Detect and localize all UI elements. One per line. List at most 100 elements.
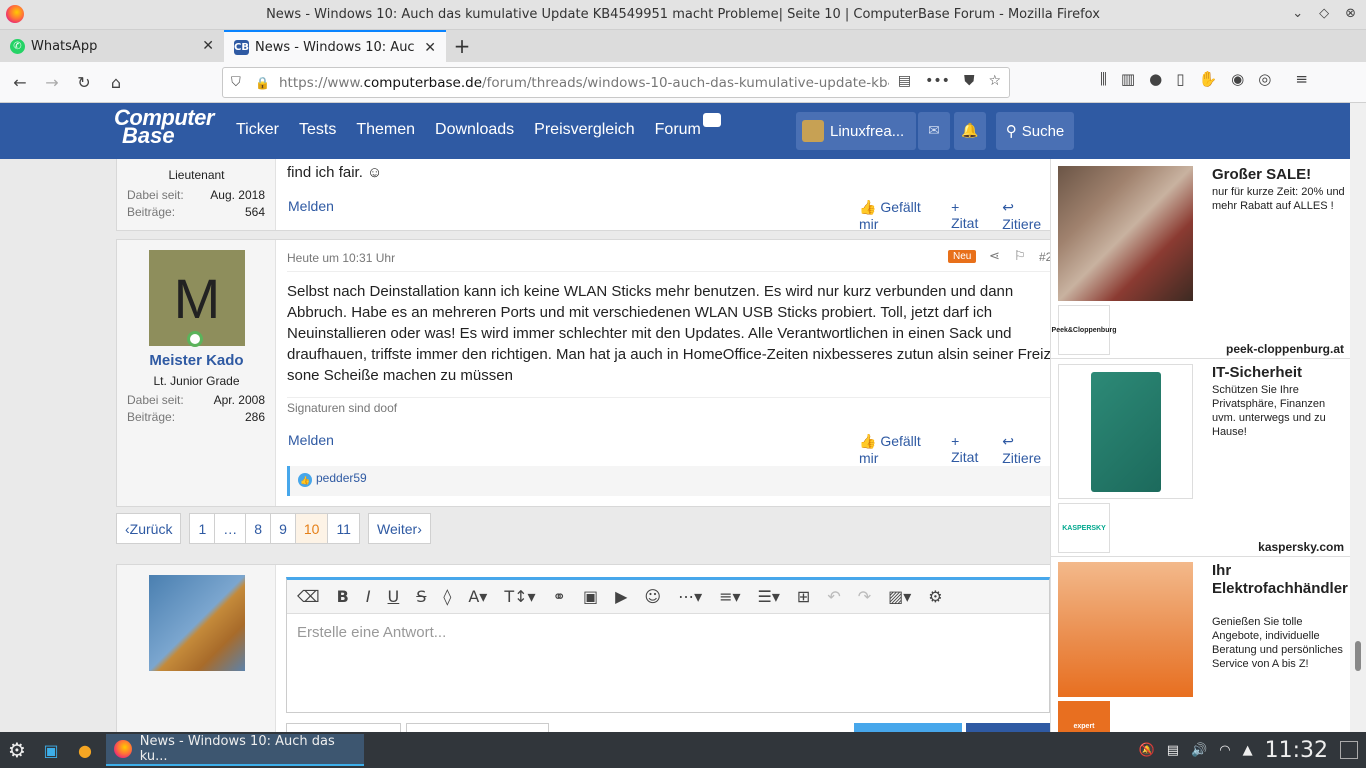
quote-button[interactable]: + Zitat	[951, 433, 986, 466]
notifications-muted-icon[interactable]: 🔕	[1139, 743, 1155, 758]
more-icon[interactable]: ⋯▾	[678, 587, 702, 606]
like-button[interactable]: 👍 Gefällt mir	[859, 199, 935, 232]
page-9[interactable]: 9	[270, 513, 295, 544]
preview-button[interactable]	[406, 723, 549, 732]
scrollbar-thumb[interactable]	[1355, 641, 1361, 671]
ad-image[interactable]	[1058, 166, 1193, 301]
align-icon[interactable]: ≡▾	[719, 587, 740, 606]
liked-by-user[interactable]: pedder59	[316, 471, 367, 485]
url-bar[interactable]: ⛉ 🔒 https://www.computerbase.de/forum/th…	[222, 67, 1010, 98]
minimize-icon[interactable]: ⌄	[1292, 6, 1303, 21]
nav-tests[interactable]: Tests	[299, 121, 336, 139]
volume-icon[interactable]: 🔊	[1191, 743, 1207, 758]
ad-kaspersky[interactable]: KASPERSKY IT-Sicherheit Schützen Sie Ihr…	[1051, 359, 1350, 557]
app-launcher-icon[interactable]: ⚙	[4, 737, 30, 763]
page-10-current[interactable]: 10	[294, 513, 328, 544]
save-draft-icon[interactable]: ▨▾	[888, 587, 911, 606]
wifi-icon[interactable]: ◠	[1219, 743, 1230, 758]
font-family-icon[interactable]: A▾	[468, 587, 487, 606]
ad-title[interactable]: Ihr Elektrofachhändler	[1212, 562, 1348, 598]
link-icon[interactable]: ⚭	[553, 587, 566, 606]
share-icon[interactable]: ⋖	[989, 249, 1000, 264]
ad-brand-logo[interactable]: expert	[1058, 701, 1110, 732]
nav-themen[interactable]: Themen	[356, 121, 415, 139]
prev-page-button[interactable]: ‹ Zurück	[116, 513, 182, 544]
tab-computerbase[interactable]: CB News - Windows 10: Auch ✕	[224, 30, 446, 62]
pocket-icon[interactable]: ⛊	[964, 73, 975, 89]
user-menu[interactable]: Linuxfrea...	[796, 112, 916, 150]
emoji-icon[interactable]: ☺	[644, 587, 661, 606]
bookmark-icon[interactable]: ⚐	[1014, 249, 1026, 264]
ad-title[interactable]: IT-Sicherheit	[1212, 364, 1347, 382]
like-button[interactable]: 👍 Gefällt mir	[859, 433, 935, 466]
search-button[interactable]: ⚲ Suche	[996, 112, 1074, 150]
mail-icon[interactable]: ✉	[918, 112, 950, 150]
upload-button[interactable]	[286, 723, 401, 732]
page-actions-icon[interactable]: •••	[925, 73, 950, 89]
quote-button[interactable]: + Zitat	[951, 199, 986, 232]
list-icon[interactable]: ☰▾	[758, 587, 780, 606]
ad-domain[interactable]: kaspersky.com	[1258, 540, 1344, 554]
site-logo[interactable]: Computer Base	[114, 107, 214, 147]
font-size-icon[interactable]: T↕▾	[504, 587, 535, 606]
submit-button[interactable]	[854, 723, 962, 732]
page-scrollbar[interactable]	[1350, 103, 1366, 732]
reader-view-icon[interactable]: ▤	[898, 73, 911, 89]
page-11[interactable]: 11	[327, 513, 360, 544]
sidebar-icon[interactable]: ▥	[1121, 70, 1135, 88]
reply-editor[interactable]: ⌫ B I U S ◊ A▾ T↕▾ ⚭ ▣ ▶ ☺ ⋯▾ ≡▾ ☰▾ ⊞ ↶ …	[286, 577, 1050, 713]
ad-brand-logo[interactable]: Peek&Cloppenburg	[1052, 305, 1116, 355]
nav-downloads[interactable]: Downloads	[435, 121, 514, 139]
chrome-icon[interactable]: ◎	[1258, 70, 1271, 88]
table-icon[interactable]: ⊞	[797, 587, 810, 606]
cite-button[interactable]: ↩ Zitiere	[1002, 433, 1051, 466]
strikethrough-icon[interactable]: S	[416, 587, 426, 606]
forward-button[interactable]: →	[36, 66, 68, 98]
clipboard-icon[interactable]: ▤	[1167, 743, 1179, 758]
ad-image[interactable]	[1058, 364, 1193, 499]
back-button[interactable]: ←	[4, 66, 36, 98]
color-icon[interactable]: ◊	[443, 587, 451, 606]
new-tab-button[interactable]: +	[446, 30, 478, 62]
more-options-button[interactable]	[966, 723, 1050, 732]
lock-icon[interactable]: 🔒	[255, 76, 270, 90]
cite-button[interactable]: ↩ Zitiere	[1002, 199, 1051, 232]
account-icon[interactable]: ◉	[1231, 70, 1244, 88]
ad-brand-logo[interactable]: KASPERSKY	[1058, 503, 1110, 553]
underline-icon[interactable]: U	[388, 587, 400, 606]
extension-icon[interactable]: ●	[1149, 70, 1162, 88]
ad-domain[interactable]: peek-cloppenburg.at	[1226, 342, 1344, 356]
page-8[interactable]: 8	[245, 513, 271, 544]
page-1[interactable]: 1	[189, 513, 215, 544]
gnome-extension-icon[interactable]: ✋	[1198, 70, 1217, 88]
bell-icon[interactable]: 🔔	[954, 112, 986, 150]
maximize-icon[interactable]: ◇	[1319, 6, 1329, 21]
close-tab-icon[interactable]: ✕	[424, 40, 436, 56]
library-icon[interactable]: ⫼	[1100, 70, 1107, 88]
ad-peek-cloppenburg[interactable]: Peek&Cloppenburg Großer SALE! nur für ku…	[1051, 159, 1350, 359]
tray-expand-icon[interactable]: ▲	[1243, 743, 1253, 758]
next-page-button[interactable]: Weiter ›	[367, 513, 431, 544]
undo-icon[interactable]: ↶	[827, 587, 840, 606]
tab-whatsapp[interactable]: ✆ WhatsApp ✕	[0, 30, 224, 62]
shield-icon[interactable]: ⛉	[231, 75, 245, 91]
bold-icon[interactable]: B	[337, 587, 349, 606]
reload-button[interactable]: ↻	[68, 66, 100, 98]
page-ellipsis[interactable]: …	[214, 513, 246, 544]
orange-app-icon[interactable]: ●	[72, 737, 98, 763]
post-username[interactable]: Meister Kado	[117, 352, 276, 369]
close-window-icon[interactable]: ⊗	[1345, 6, 1356, 21]
close-tab-icon[interactable]: ✕	[202, 38, 214, 54]
ad-image[interactable]	[1058, 562, 1193, 697]
url-text[interactable]: https://www.computerbase.de/forum/thread…	[279, 75, 889, 91]
report-link[interactable]: Melden	[288, 198, 334, 214]
ad-title[interactable]: Großer SALE!	[1212, 166, 1347, 184]
taskbar-firefox-window[interactable]: News - Windows 10: Auch das ku...	[106, 734, 364, 766]
redo-icon[interactable]: ↷	[858, 587, 871, 606]
italic-icon[interactable]: I	[366, 587, 371, 606]
eraser-icon[interactable]: ⌫	[297, 587, 320, 606]
file-manager-icon[interactable]: ▣	[38, 737, 64, 763]
show-desktop-icon[interactable]	[1340, 741, 1358, 759]
device-icon[interactable]: ▯	[1176, 70, 1184, 88]
ad-expert[interactable]: expert Ihr Elektrofachhändler Genießen S…	[1051, 557, 1350, 732]
